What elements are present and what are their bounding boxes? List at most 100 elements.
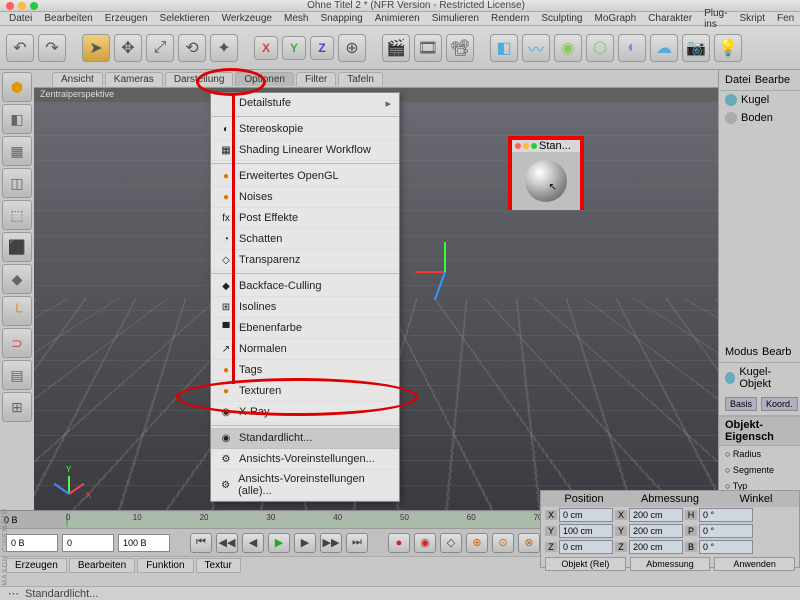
menu-rendern[interactable]: Rendern xyxy=(486,13,534,24)
rotate-tool[interactable]: ⟲ xyxy=(178,34,206,62)
menu-item-stereoskopie[interactable]: ◐Stereoskopie xyxy=(211,119,399,140)
bottom-tab-bearbeiten[interactable]: Bearbeiten xyxy=(69,558,135,573)
render-settings[interactable]: 📽 xyxy=(446,34,474,62)
play-button[interactable]: ▶ xyxy=(268,533,290,553)
select-tool[interactable]: ➤ xyxy=(82,34,110,62)
bottom-tab-funktion[interactable]: Funktion xyxy=(137,558,193,573)
minimize-icon[interactable] xyxy=(523,143,529,149)
menu-erzeugen[interactable]: Erzeugen xyxy=(100,13,153,24)
zoom-icon[interactable] xyxy=(30,2,38,10)
viewport-tab-tafeln[interactable]: Tafeln xyxy=(338,72,383,86)
menu-item-shading-linearer-workflow[interactable]: ▦Shading Linearer Workflow xyxy=(211,140,399,161)
coord-button[interactable]: Anwenden xyxy=(714,557,795,571)
viewport-tab-optionen[interactable]: Optionen xyxy=(235,72,294,86)
frame-end-field[interactable]: 100 B xyxy=(118,534,170,552)
goto-end-button[interactable]: ⏭ xyxy=(346,533,368,553)
add-modeling[interactable]: ⬡ xyxy=(586,34,614,62)
menu-snapping[interactable]: Snapping xyxy=(315,13,367,24)
keyframe-sel-button[interactable]: ◇ xyxy=(440,533,462,553)
menu-skript[interactable]: Skript xyxy=(734,13,770,24)
dim-field[interactable] xyxy=(629,540,683,554)
workplane-mode[interactable]: ◫ xyxy=(2,168,32,198)
angle-field[interactable] xyxy=(699,524,753,538)
model-mode[interactable]: ◧ xyxy=(2,104,32,134)
polygon-mode[interactable]: ◆ xyxy=(2,264,32,294)
menu-item-erweitertes-opengl[interactable]: ●Erweitertes OpenGL xyxy=(211,166,399,187)
pos-field[interactable] xyxy=(559,508,613,522)
menu-datei[interactable]: Datei xyxy=(4,13,37,24)
dim-field[interactable] xyxy=(629,508,683,522)
viewport-tab-filter[interactable]: Filter xyxy=(296,72,336,86)
step-back-button[interactable]: ◀◀ xyxy=(216,533,238,553)
add-deformer[interactable]: ◐ xyxy=(618,34,646,62)
pos-field[interactable] xyxy=(559,524,613,538)
object-tree-item[interactable]: Boden xyxy=(719,109,800,127)
viewport-tab-kameras[interactable]: Kameras xyxy=(105,72,163,86)
menu-item-ansichts-voreinstellungen-[interactable]: ⚙Ansichts-Voreinstellungen... xyxy=(211,449,399,470)
coord-button[interactable]: Abmessung xyxy=(630,557,711,571)
menu-item-backface-culling[interactable]: ◆Backface-Culling xyxy=(211,276,399,297)
menu-item-noises[interactable]: ●Noises xyxy=(211,187,399,208)
z-axis-lock[interactable]: Z xyxy=(310,36,334,60)
move-tool[interactable]: ✥ xyxy=(114,34,142,62)
frame-start-field[interactable]: 0 B xyxy=(6,534,58,552)
menu-animieren[interactable]: Animieren xyxy=(370,13,425,24)
attr-tab[interactable]: Modus xyxy=(725,346,758,358)
record-button[interactable]: ● xyxy=(388,533,410,553)
render-pv[interactable]: 🎞 xyxy=(414,34,442,62)
y-axis-lock[interactable]: Y xyxy=(282,36,306,60)
point-mode[interactable]: ⬚ xyxy=(2,200,32,230)
menu-werkzeuge[interactable]: Werkzeuge xyxy=(217,13,277,24)
angle-field[interactable] xyxy=(699,540,753,554)
coord-system[interactable]: ⊕ xyxy=(338,34,366,62)
edge-mode[interactable]: ⬛ xyxy=(2,232,32,262)
axis-manipulator[interactable] xyxy=(434,272,514,312)
redo-button[interactable]: ↷ xyxy=(38,34,66,62)
frame-current-field[interactable]: 0 xyxy=(62,534,114,552)
menu-bearbeiten[interactable]: Bearbeiten xyxy=(39,13,97,24)
menu-item-ebenenfarbe[interactable]: ▀Ebenenfarbe xyxy=(211,318,399,339)
viewport-tab-ansicht[interactable]: Ansicht xyxy=(52,72,103,86)
attr-subtab[interactable]: Koord. xyxy=(761,397,798,411)
next-frame-button[interactable]: ▶ xyxy=(294,533,316,553)
menu-item-normalen[interactable]: ↗Normalen xyxy=(211,339,399,360)
light-preview-sphere[interactable]: ↖ xyxy=(525,160,567,202)
axis-mode[interactable]: └ xyxy=(2,296,32,326)
key-rot-button[interactable]: ⊗ xyxy=(518,533,540,553)
add-spline[interactable]: 〰 xyxy=(522,34,550,62)
autokey-button[interactable]: ◉ xyxy=(414,533,436,553)
menu-sculpting[interactable]: Sculpting xyxy=(536,13,587,24)
bottom-tab-erzeugen[interactable]: Erzeugen xyxy=(6,558,67,573)
menu-item-ansichts-voreinstellungen-alle-[interactable]: ⚙Ansichts-Voreinstellungen (alle)... xyxy=(211,470,399,501)
texture-mode[interactable]: ▦ xyxy=(2,136,32,166)
add-cube[interactable]: ◧ xyxy=(490,34,518,62)
viewport-tab-darstellung[interactable]: Darstellung xyxy=(165,72,234,86)
angle-field[interactable] xyxy=(699,508,753,522)
menu-item-tags[interactable]: ●Tags xyxy=(211,360,399,381)
magnet-tool[interactable]: ⊃ xyxy=(2,328,32,358)
menu-item-transparenz[interactable]: ◇Transparenz xyxy=(211,250,399,271)
attr-subtab[interactable]: Basis xyxy=(725,397,757,411)
menu-item-isolines[interactable]: ⊞Isolines xyxy=(211,297,399,318)
menu-item-post-effekte[interactable]: fxPost Effekte xyxy=(211,208,399,229)
viewport-layout[interactable]: ⊞ xyxy=(2,392,32,422)
dim-field[interactable] xyxy=(629,524,683,538)
attr-tab[interactable]: Bearb xyxy=(762,346,791,358)
menu-item-schatten[interactable]: ◔Schatten xyxy=(211,229,399,250)
menu-item-standardlicht-[interactable]: ◉Standardlicht... xyxy=(211,428,399,449)
menu-item-detailstufe[interactable]: Detailstufe▸ xyxy=(211,93,399,114)
zoom-icon[interactable] xyxy=(531,143,537,149)
add-environment[interactable]: ☁ xyxy=(650,34,678,62)
menu-mograph[interactable]: MoGraph xyxy=(589,13,641,24)
coord-button[interactable]: Objekt (Rel) xyxy=(545,557,626,571)
menu-simulieren[interactable]: Simulieren xyxy=(427,13,484,24)
add-camera[interactable]: 📷 xyxy=(682,34,710,62)
bottom-tab-textur[interactable]: Textur xyxy=(196,558,241,573)
minimize-icon[interactable] xyxy=(18,2,26,10)
obj-tab[interactable]: Datei xyxy=(725,74,751,86)
x-axis-lock[interactable]: X xyxy=(254,36,278,60)
pos-field[interactable] xyxy=(559,540,613,554)
close-icon[interactable] xyxy=(6,2,14,10)
undo-button[interactable]: ↶ xyxy=(6,34,34,62)
menu-item-x-ray[interactable]: ◉X-Ray xyxy=(211,402,399,423)
